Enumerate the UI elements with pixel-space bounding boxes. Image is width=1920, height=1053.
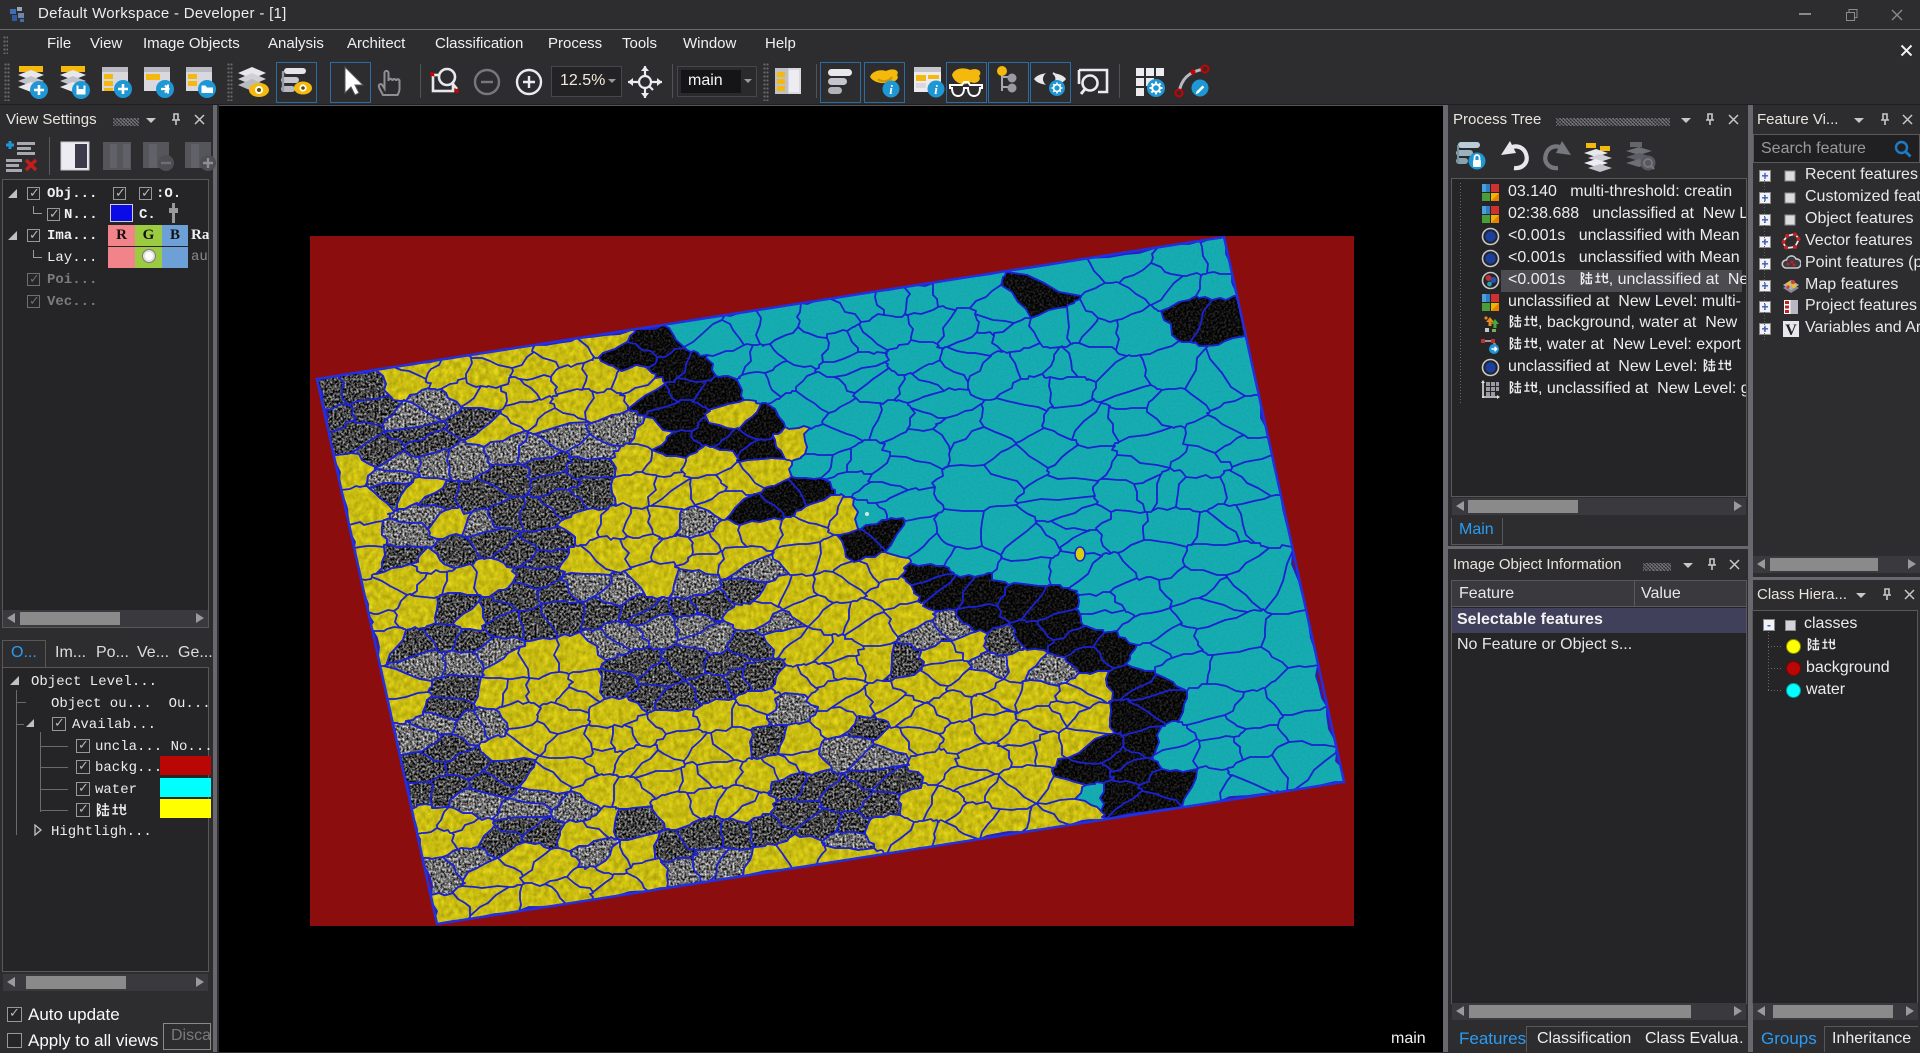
svg-text:i: i bbox=[889, 82, 893, 97]
svg-text:main: main bbox=[1391, 1030, 1426, 1047]
svg-text:i: i bbox=[934, 82, 938, 97]
